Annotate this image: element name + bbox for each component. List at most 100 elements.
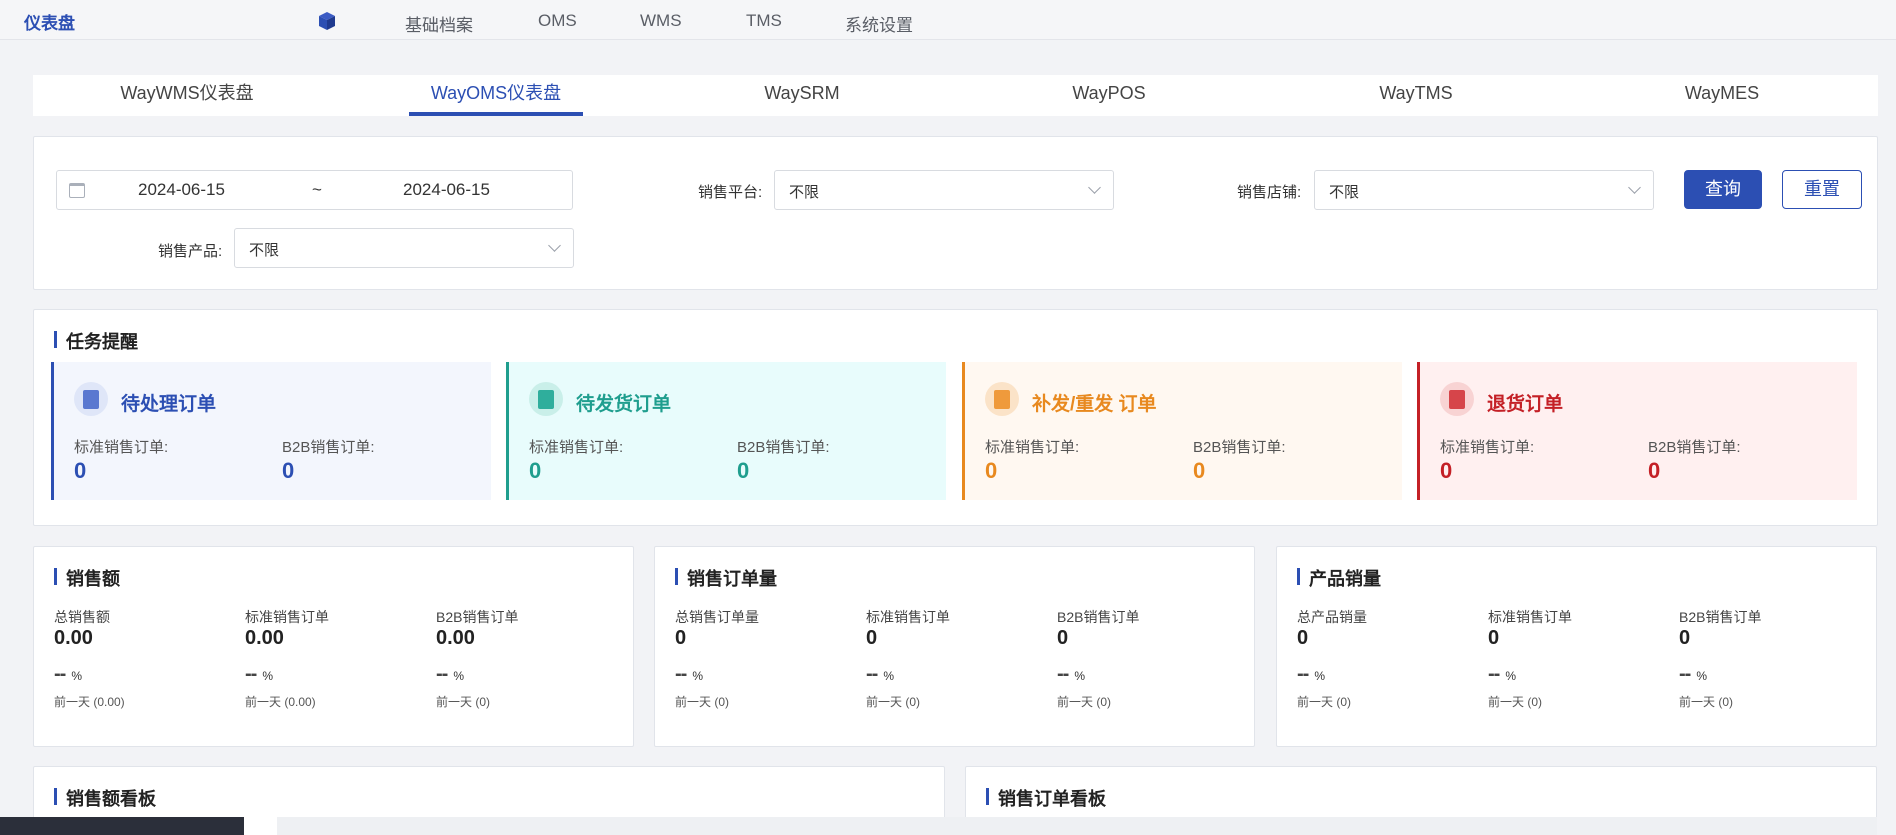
metric-label: 总销售额 [54, 609, 110, 625]
date-end[interactable]: 2024-06-15 [403, 180, 490, 200]
tab-wayoms[interactable]: WayOMS仪表盘 [406, 75, 586, 116]
metric-prev-day: 前一天 (0) [436, 695, 491, 709]
tab-waywms[interactable]: WayWMS仪表盘 [97, 75, 277, 116]
board-content-strip [277, 817, 1877, 835]
tab-waysrm[interactable]: WaySRM [712, 75, 892, 116]
metric-change: --% [1057, 663, 1085, 686]
date-separator: ~ [312, 180, 322, 199]
b2b-order-count[interactable]: 0 [737, 458, 749, 484]
product-sales-panel: 产品销量 总产品销量 0 --% 前一天 (0) 标准销售订单 0 --% 前一… [1276, 546, 1877, 747]
change-unit: % [1314, 669, 1325, 683]
metric-prev-day: 前一天 (0.00) [245, 695, 316, 709]
change-unit: % [1074, 669, 1085, 683]
metric-title: 产品销量 [1297, 565, 1381, 591]
product-select[interactable]: 不限 [234, 228, 574, 268]
sales-amount-panel: 销售额 总销售额 0.00 --% 前一天 (0.00) 标准销售订单 0.00… [33, 546, 634, 747]
b2b-order-label: B2B销售订单: [1193, 439, 1286, 456]
sidebar-footer-block [0, 817, 244, 835]
b2b-order-label: B2B销售订单: [737, 439, 830, 456]
std-order-label: 标准销售订单: [529, 439, 624, 456]
chevron-down-icon [1088, 181, 1101, 194]
query-button[interactable]: 查询 [1684, 170, 1762, 209]
b2b-order-count[interactable]: 0 [282, 458, 294, 484]
metric-change: --% [54, 663, 82, 686]
change-unit: % [1505, 669, 1516, 683]
top-navbar: 仪表盘 基础档案 OMS WMS TMS 系统设置 [0, 0, 1896, 40]
task-name: 待处理订单 [121, 394, 217, 415]
platform-select[interactable]: 不限 [774, 170, 1114, 210]
metric-prev-day: 前一天 (0) [1488, 695, 1543, 709]
tab-waypos[interactable]: WayPOS [1019, 75, 1199, 116]
store-value: 不限 [1329, 184, 1360, 201]
change-value: -- [1679, 663, 1691, 685]
date-range-picker[interactable]: 2024-06-15 ~ 2024-06-15 [56, 170, 573, 210]
task-reminder-title: 任务提醒 [54, 328, 138, 354]
metric-prev-day: 前一天 (0) [866, 695, 921, 709]
change-unit: % [71, 669, 82, 683]
metric-label: B2B销售订单 [1679, 609, 1762, 625]
task-card-to-ship[interactable]: 待发货订单 标准销售订单: B2B销售订单: 0 0 [506, 362, 946, 500]
reset-button[interactable]: 重置 [1782, 170, 1862, 209]
std-order-label: 标准销售订单: [74, 439, 169, 456]
task-card-return[interactable]: 退货订单 标准销售订单: B2B销售订单: 0 0 [1417, 362, 1857, 500]
platform-label: 销售平台: [698, 184, 763, 201]
nav-tms[interactable]: TMS [746, 11, 782, 31]
tab-waymes[interactable]: WayMES [1632, 75, 1812, 116]
platform-value: 不限 [789, 184, 820, 201]
nav-oms[interactable]: OMS [538, 11, 577, 31]
filter-panel: 2024-06-15 ~ 2024-06-15 销售平台: 不限 销售店铺: 不… [33, 136, 1878, 290]
chevron-down-icon [1628, 181, 1641, 194]
metric-title: 销售订单量 [675, 565, 777, 591]
dashboard-tabs: WayWMS仪表盘 WayOMS仪表盘 WaySRM WayPOS WayTMS… [33, 75, 1878, 116]
task-card-pending[interactable]: 待处理订单 标准销售订单: B2B销售订单: 0 0 [51, 362, 491, 500]
store-select[interactable]: 不限 [1314, 170, 1654, 210]
store-label: 销售店铺: [1237, 184, 1302, 201]
sales-order-count-panel: 销售订单量 总销售订单量 0 --% 前一天 (0) 标准销售订单 0 --% … [654, 546, 1255, 747]
nav-system-settings[interactable]: 系统设置 [845, 11, 913, 36]
task-name: 退货订单 [1487, 394, 1564, 415]
std-order-count[interactable]: 0 [74, 458, 86, 484]
std-order-label: 标准销售订单: [985, 439, 1080, 456]
change-value: -- [245, 663, 257, 685]
std-order-count[interactable]: 0 [1440, 458, 1452, 484]
change-unit: % [883, 669, 894, 683]
return-icon [1440, 382, 1474, 416]
tab-waytms[interactable]: WayTMS [1326, 75, 1506, 116]
change-unit: % [692, 669, 703, 683]
task-reminder-panel: 任务提醒 待处理订单 标准销售订单: B2B销售订单: 0 0 待发货订单 标准… [33, 309, 1878, 526]
change-unit: % [1696, 669, 1707, 683]
metric-change: --% [675, 663, 703, 686]
std-order-count[interactable]: 0 [529, 458, 541, 484]
metric-label: 总产品销量 [1297, 609, 1367, 625]
nav-basic-archive[interactable]: 基础档案 [405, 11, 473, 36]
calendar-icon [69, 183, 85, 198]
metric-title: 销售额 [54, 565, 120, 591]
date-start[interactable]: 2024-06-15 [138, 180, 225, 200]
metric-value: 0.00 [436, 627, 475, 649]
change-unit: % [453, 669, 464, 683]
std-order-count[interactable]: 0 [985, 458, 997, 484]
metric-value: 0 [1057, 627, 1069, 649]
b2b-order-label: B2B销售订单: [1648, 439, 1741, 456]
truck-icon [529, 382, 563, 416]
metric-value: 0 [675, 627, 687, 649]
b2b-order-label: B2B销售订单: [282, 439, 375, 456]
box-icon [985, 382, 1019, 416]
change-value: -- [54, 663, 66, 685]
change-value: -- [436, 663, 448, 685]
board-title: 销售订单看板 [986, 785, 1106, 811]
metric-label: 标准销售订单 [1488, 609, 1572, 625]
nav-wms[interactable]: WMS [640, 11, 682, 31]
cube-icon[interactable] [317, 11, 337, 31]
b2b-order-count[interactable]: 0 [1193, 458, 1205, 484]
metric-label: B2B销售订单 [436, 609, 519, 625]
metric-change: --% [1297, 663, 1325, 686]
metric-label: 标准销售订单 [866, 609, 950, 625]
b2b-order-count[interactable]: 0 [1648, 458, 1660, 484]
metric-prev-day: 前一天 (0) [1057, 695, 1112, 709]
change-value: -- [866, 663, 878, 685]
clipboard-icon [74, 382, 108, 416]
task-card-reissue[interactable]: 补发/重发 订单 标准销售订单: B2B销售订单: 0 0 [962, 362, 1402, 500]
change-unit: % [262, 669, 273, 683]
brand-title[interactable]: 仪表盘 [24, 9, 75, 34]
